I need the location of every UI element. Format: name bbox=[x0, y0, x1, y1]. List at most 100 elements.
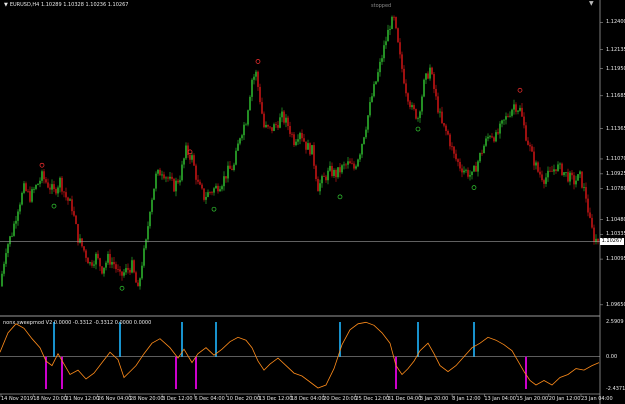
candle-body bbox=[217, 185, 219, 192]
candle-body bbox=[233, 164, 235, 170]
candle-body bbox=[129, 269, 131, 273]
candle-body bbox=[323, 176, 325, 177]
candle-body bbox=[451, 146, 453, 148]
candle-body bbox=[317, 178, 319, 192]
candle-body bbox=[327, 170, 329, 181]
candle-body bbox=[581, 171, 583, 188]
candle-body bbox=[587, 198, 589, 213]
candle-body bbox=[93, 264, 95, 266]
candle-body bbox=[593, 227, 595, 243]
candle-body bbox=[415, 109, 417, 119]
time-tick-label: 13 Jan 04:00 bbox=[484, 396, 516, 402]
candle-body bbox=[539, 171, 541, 175]
candle-body bbox=[429, 67, 431, 79]
candle-body bbox=[45, 179, 47, 183]
symbol-header: ▼ EURUSD,H4 1.10289 1.10328 1.10236 1.102… bbox=[4, 2, 128, 8]
candle-body bbox=[257, 71, 259, 87]
price-tick-label: 1.12135 bbox=[606, 46, 625, 53]
candle-body bbox=[103, 267, 105, 274]
candle-body bbox=[399, 42, 401, 55]
candle-body bbox=[585, 187, 587, 199]
candle-body bbox=[145, 239, 147, 249]
candle-body bbox=[113, 262, 115, 265]
candle-body bbox=[91, 262, 93, 266]
sell-signal-icon bbox=[255, 59, 261, 64]
candle-body bbox=[287, 117, 289, 127]
candle-body bbox=[181, 164, 183, 181]
candle-body bbox=[225, 176, 227, 179]
candle-body bbox=[23, 183, 25, 193]
candle-body bbox=[315, 165, 317, 179]
time-tick-label: 15 Jan 20:00 bbox=[516, 396, 549, 402]
candle-body bbox=[301, 133, 303, 139]
candle-body bbox=[551, 170, 553, 172]
candle-body bbox=[575, 180, 577, 185]
buy-signal-icon bbox=[337, 194, 343, 200]
candle-body bbox=[339, 167, 341, 173]
current-price-label: 1.10267 bbox=[600, 237, 624, 245]
candle-body bbox=[73, 211, 75, 216]
candle-body bbox=[335, 169, 337, 178]
candle-body bbox=[255, 71, 257, 77]
dropdown-arrow-icon[interactable]: ▼ bbox=[4, 2, 8, 8]
candle-body bbox=[553, 169, 555, 172]
candle-body bbox=[21, 192, 23, 205]
candle-body bbox=[471, 171, 473, 176]
corner-arrow-icon[interactable]: ▼ bbox=[589, 1, 594, 7]
candle-body bbox=[333, 169, 335, 176]
candle-body bbox=[167, 177, 169, 179]
price-chart[interactable] bbox=[0, 0, 625, 404]
candle-body bbox=[355, 166, 357, 169]
candle-body bbox=[177, 180, 179, 183]
candle-body bbox=[297, 139, 299, 142]
candle-body bbox=[375, 81, 377, 85]
candle-body bbox=[157, 169, 159, 174]
candle-body bbox=[85, 250, 87, 258]
candle-body bbox=[573, 175, 575, 185]
price-tick-label: 1.11365 bbox=[606, 125, 625, 132]
candle-body bbox=[345, 164, 347, 166]
buy-signal-icon bbox=[471, 185, 477, 190]
sell-signal-icon bbox=[517, 87, 523, 93]
time-tick-label: 25 Dec 12:00 bbox=[355, 396, 390, 402]
candle-body bbox=[487, 136, 489, 139]
candle-body bbox=[95, 253, 97, 265]
candle-body bbox=[1, 273, 3, 287]
candle-body bbox=[11, 235, 13, 237]
candle-body bbox=[69, 199, 71, 201]
candle-body bbox=[283, 111, 285, 123]
candle-body bbox=[77, 224, 79, 243]
candle-body bbox=[431, 67, 433, 75]
candle-body bbox=[285, 117, 287, 123]
candle-body bbox=[223, 176, 225, 187]
candle-body bbox=[577, 174, 579, 181]
candle-body bbox=[125, 268, 127, 273]
candle-body bbox=[547, 170, 549, 178]
candle-body bbox=[259, 86, 261, 103]
candle-body bbox=[491, 136, 493, 138]
candle-body bbox=[549, 170, 551, 172]
candle-body bbox=[161, 174, 163, 176]
candle-body bbox=[29, 191, 31, 202]
candle-body bbox=[15, 220, 17, 224]
candle-body bbox=[307, 143, 309, 150]
candle-body bbox=[267, 124, 269, 127]
candle-body bbox=[535, 162, 537, 166]
candle-body bbox=[447, 130, 449, 135]
candle-body bbox=[189, 154, 191, 160]
candle-body bbox=[179, 180, 181, 183]
candle-body bbox=[445, 125, 447, 131]
candle-body bbox=[219, 189, 221, 192]
candle-body bbox=[391, 16, 393, 29]
candle-body bbox=[153, 188, 155, 200]
candle-body bbox=[55, 189, 57, 194]
time-tick-label: 28 Nov 20:00 bbox=[129, 396, 164, 402]
candle-body bbox=[537, 162, 539, 172]
candle-body bbox=[119, 269, 121, 272]
candle-body bbox=[249, 96, 251, 111]
candle-body bbox=[427, 73, 429, 79]
candle-body bbox=[169, 176, 171, 179]
candle-body bbox=[265, 124, 267, 128]
candle-body bbox=[325, 176, 327, 181]
candle-body bbox=[133, 260, 135, 273]
